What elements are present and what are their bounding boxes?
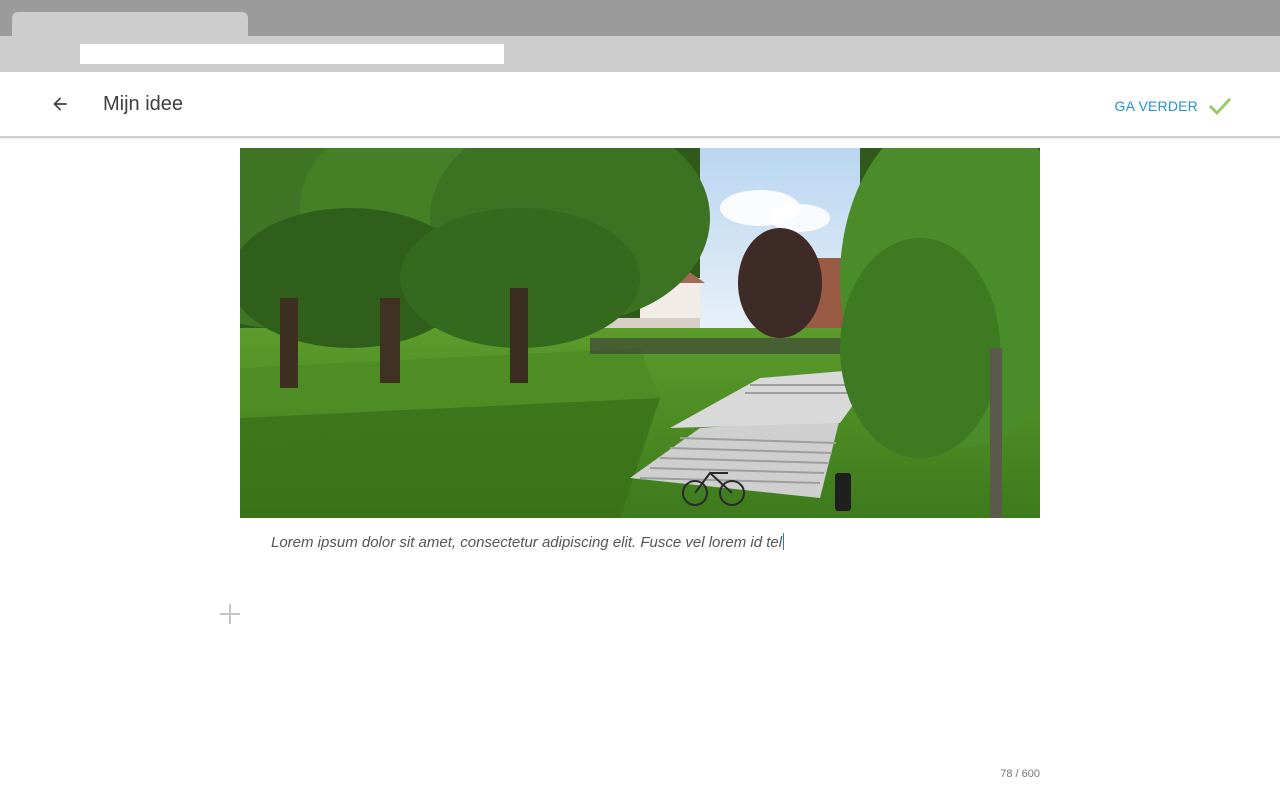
- browser-tab-bar: [0, 0, 1280, 36]
- park-scene-illustration: [240, 148, 1040, 518]
- browser-tab[interactable]: [12, 12, 248, 36]
- character-counter: 78 / 600: [1000, 768, 1040, 780]
- arrow-left-icon: [53, 97, 67, 111]
- checkmark-icon: [1208, 97, 1232, 116]
- continue-button[interactable]: GA VERDER: [1115, 92, 1233, 120]
- idea-photo: [240, 148, 1040, 518]
- app-header: Mijn idee GA VERDER: [0, 72, 1280, 138]
- caption-input[interactable]: Lorem ipsum dolor sit amet, consectetur …: [271, 532, 1031, 554]
- address-bar[interactable]: [80, 44, 504, 64]
- text-cursor: [783, 533, 785, 550]
- plus-icon: [220, 604, 240, 624]
- add-block-button[interactable]: [214, 598, 246, 630]
- page-title: Mijn idee: [103, 93, 184, 115]
- continue-button-label: GA VERDER: [1114, 98, 1198, 114]
- caption-text: Lorem ipsum dolor sit amet, consectetur …: [271, 534, 783, 551]
- back-button[interactable]: [44, 88, 76, 120]
- browser-toolbar: [0, 36, 1280, 72]
